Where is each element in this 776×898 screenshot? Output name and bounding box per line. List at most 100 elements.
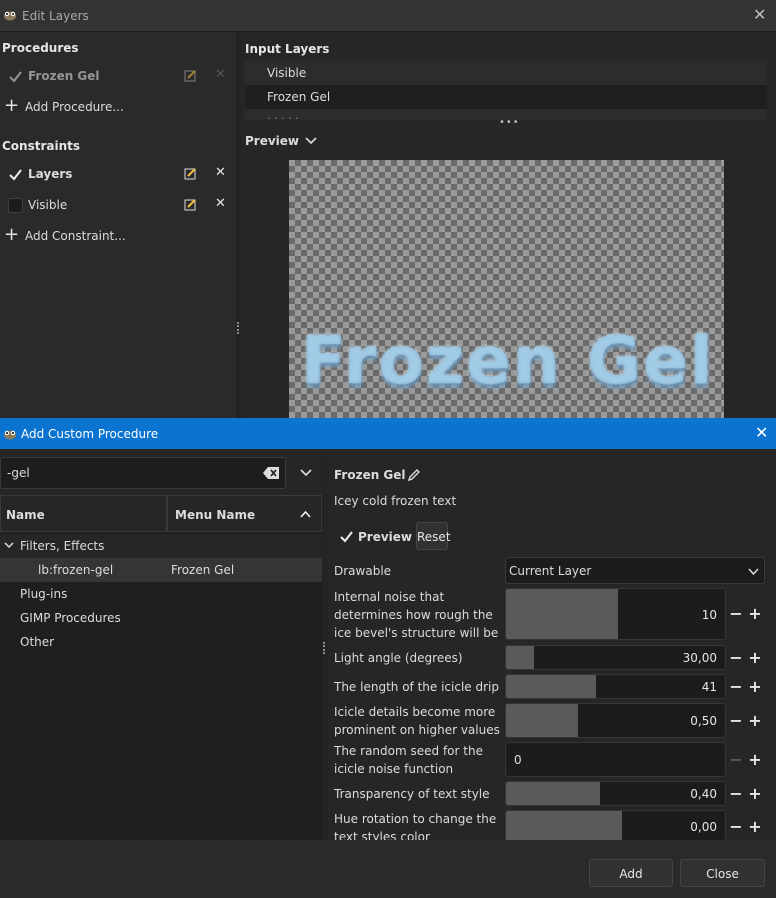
decrement-button[interactable]: − xyxy=(727,604,745,623)
check-icon xyxy=(9,71,22,83)
tree-row-label: Filters, Effects xyxy=(20,539,105,553)
constraint-checkbox[interactable] xyxy=(8,198,23,213)
input-layer-item[interactable]: Visible xyxy=(245,61,767,85)
param-label: Internal noise that determines how rough… xyxy=(334,590,499,640)
close-icon[interactable]: ✕ xyxy=(753,7,766,23)
clear-icon[interactable] xyxy=(263,467,280,479)
increment-button[interactable]: + xyxy=(746,750,764,769)
procedure-checkbox[interactable] xyxy=(8,69,23,84)
drag-handle[interactable] xyxy=(323,642,326,654)
chevron-down-icon xyxy=(748,568,759,575)
tree-row-label: GIMP Procedures xyxy=(20,611,121,625)
preview-text: Frozen Gel xyxy=(301,322,715,399)
tree-row-plug-ins[interactable]: Plug-ins xyxy=(0,582,322,606)
delete-icon[interactable]: ✕ xyxy=(215,196,226,211)
close-icon[interactable]: ✕ xyxy=(755,425,768,441)
chevron-up-icon xyxy=(300,510,311,518)
reset-button[interactable]: Reset xyxy=(416,522,451,550)
delete-icon[interactable]: ✕ xyxy=(215,67,226,82)
constraints-header: Constraints xyxy=(2,139,81,153)
slider-value: 0,40 xyxy=(690,787,717,801)
tree-row-other[interactable]: Other xyxy=(0,630,322,654)
param-label: Transparency of text style xyxy=(334,787,490,801)
tree-row-label: Other xyxy=(20,635,55,649)
decrement-button[interactable]: − xyxy=(727,711,745,730)
slider-value: 0,50 xyxy=(690,714,717,728)
input-layers-header: Input Layers xyxy=(245,42,330,56)
search-value: -gel xyxy=(7,466,30,480)
param-label: The length of the icicle drip xyxy=(334,680,499,694)
preview-canvas: Frozen Gel xyxy=(289,160,724,420)
tree-row-label: lb:frozen-gel xyxy=(38,563,114,577)
drawable-value: Current Layer xyxy=(509,564,592,578)
resize-grip[interactable]: ••• xyxy=(499,117,520,128)
column-header-menu-name-label: Menu Name xyxy=(175,508,256,522)
decrement-button[interactable]: − xyxy=(727,784,745,803)
slider-value: 30,00 xyxy=(682,651,717,665)
procedure-label: Frozen Gel xyxy=(28,69,100,83)
param-slider[interactable]: 0,40 xyxy=(505,781,726,806)
edit-layers-titlebar: Edit Layers ✕ xyxy=(0,0,776,32)
check-icon xyxy=(340,531,353,543)
delete-icon[interactable]: ✕ xyxy=(215,165,226,180)
increment-button[interactable]: + xyxy=(746,604,764,623)
search-input[interactable]: -gel xyxy=(0,457,286,489)
edit-icon[interactable] xyxy=(184,167,197,180)
drag-handle[interactable] xyxy=(237,322,240,334)
preview-toggle[interactable]: Preview xyxy=(334,522,414,550)
tree-row-frozen-gel[interactable]: lb:frozen-gel Frozen Gel xyxy=(0,558,322,582)
param-label: The random seed for the icicle noise fun… xyxy=(334,744,483,776)
constraint-label: Layers xyxy=(28,167,73,181)
param-slider[interactable]: 10 xyxy=(505,588,726,640)
tree-row-label: Plug-ins xyxy=(20,587,68,601)
chevron-down-icon[interactable] xyxy=(305,137,317,145)
increment-button[interactable]: + xyxy=(746,817,764,836)
tree-row-filters-effects[interactable]: Filters, Effects xyxy=(0,534,322,558)
dialog-button-bar: Add Close xyxy=(0,840,776,898)
pencil-icon[interactable] xyxy=(407,468,421,482)
increment-button[interactable]: + xyxy=(746,677,764,696)
procedure-row-frozen-gel[interactable]: Frozen Gel ✕ xyxy=(0,64,236,90)
edit-icon[interactable] xyxy=(184,69,197,82)
constraint-checkbox[interactable] xyxy=(8,167,23,182)
add-procedure-label: Add Procedure... xyxy=(25,100,124,114)
drawable-select[interactable]: Current Layer xyxy=(505,557,765,584)
constraint-row-visible[interactable]: Visible ✕ xyxy=(0,193,236,219)
column-header-name[interactable]: Name xyxy=(0,495,167,532)
param-slider[interactable]: 41 xyxy=(505,674,726,699)
increment-button[interactable]: + xyxy=(746,784,764,803)
slider-fill xyxy=(506,782,601,805)
chevron-down-icon[interactable] xyxy=(290,457,322,489)
increment-button[interactable]: + xyxy=(746,711,764,730)
add-button[interactable]: Add xyxy=(589,859,673,887)
input-layers-list[interactable]: Visible Frozen Gel · · · · · xyxy=(245,61,767,120)
check-icon xyxy=(9,169,22,181)
dialog-titlebar: Add Custom Procedure ✕ xyxy=(0,418,776,449)
add-constraint-label: Add Constraint... xyxy=(25,229,126,243)
slider-value: 0,00 xyxy=(690,820,717,834)
close-button[interactable]: Close xyxy=(680,859,765,887)
param-slider[interactable]: 0,00 xyxy=(505,810,726,842)
procedure-name: Frozen Gel xyxy=(334,468,406,482)
column-header-menu-name[interactable]: Menu Name xyxy=(167,495,322,532)
increment-button[interactable]: + xyxy=(746,648,764,667)
chevron-down-icon[interactable] xyxy=(4,542,14,549)
drawable-label: Drawable xyxy=(334,564,392,578)
edit-icon[interactable] xyxy=(184,198,197,211)
tree-row-menu-name: Frozen Gel xyxy=(171,563,235,577)
param-spinbox[interactable]: 0 xyxy=(505,742,726,777)
slider-fill xyxy=(506,646,535,669)
procedure-description: Icey cold frozen text xyxy=(334,494,457,508)
decrement-button[interactable]: − xyxy=(727,677,745,696)
split-handle[interactable] xyxy=(322,455,328,840)
decrement-button[interactable]: − xyxy=(727,648,745,667)
constraint-row-layers[interactable]: Layers ✕ xyxy=(0,162,236,188)
decrement-button[interactable]: − xyxy=(727,817,745,836)
param-slider[interactable]: 0,50 xyxy=(505,703,726,738)
tree-row-gimp-procedures[interactable]: GIMP Procedures xyxy=(0,606,322,630)
slider-fill xyxy=(506,589,618,639)
procedure-list[interactable]: Name Menu Name Filters, Effects lb:froze… xyxy=(0,495,322,840)
param-label: Light angle (degrees) xyxy=(334,651,463,665)
input-layer-item[interactable]: Frozen Gel xyxy=(245,85,767,109)
param-slider[interactable]: 30,00 xyxy=(505,645,726,670)
